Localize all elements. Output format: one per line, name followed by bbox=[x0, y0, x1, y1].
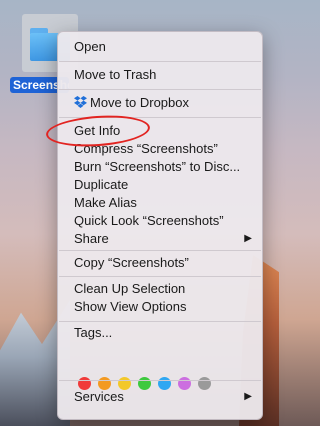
context-menu: Open Move to Trash Move to Dropbox Get I… bbox=[57, 31, 263, 420]
menu-separator bbox=[59, 380, 261, 381]
menu-item-open[interactable]: Open bbox=[74, 38, 252, 56]
menu-item-tags[interactable]: Tags... bbox=[74, 324, 252, 342]
menu-item-share[interactable]: Share ▶ bbox=[74, 230, 252, 248]
menu-item-label: Services bbox=[74, 389, 124, 404]
menu-separator bbox=[59, 89, 261, 90]
menu-item-quick-look[interactable]: Quick Look “Screenshots” bbox=[74, 212, 252, 230]
menu-item-services[interactable]: Services ▶ bbox=[74, 388, 252, 406]
submenu-arrow-icon: ▶ bbox=[244, 391, 252, 402]
menu-item-make-alias[interactable]: Make Alias bbox=[74, 194, 252, 212]
menu-separator bbox=[59, 276, 261, 277]
menu-item-move-to-dropbox[interactable]: Move to Dropbox bbox=[74, 94, 252, 112]
menu-separator bbox=[59, 321, 261, 322]
menu-item-move-to-trash[interactable]: Move to Trash bbox=[74, 66, 252, 84]
menu-item-show-view-options[interactable]: Show View Options bbox=[74, 298, 252, 316]
menu-item-burn[interactable]: Burn “Screenshots” to Disc... bbox=[74, 158, 252, 176]
menu-separator bbox=[59, 250, 261, 251]
menu-separator bbox=[59, 61, 261, 62]
menu-item-label: Share bbox=[74, 231, 109, 246]
dropbox-icon bbox=[74, 96, 87, 108]
menu-item-duplicate[interactable]: Duplicate bbox=[74, 176, 252, 194]
menu-item-clean-up-selection[interactable]: Clean Up Selection bbox=[74, 280, 252, 298]
menu-item-copy[interactable]: Copy “Screenshots” bbox=[74, 254, 252, 272]
submenu-arrow-icon: ▶ bbox=[244, 233, 252, 244]
menu-item-label: Move to Dropbox bbox=[90, 95, 189, 110]
